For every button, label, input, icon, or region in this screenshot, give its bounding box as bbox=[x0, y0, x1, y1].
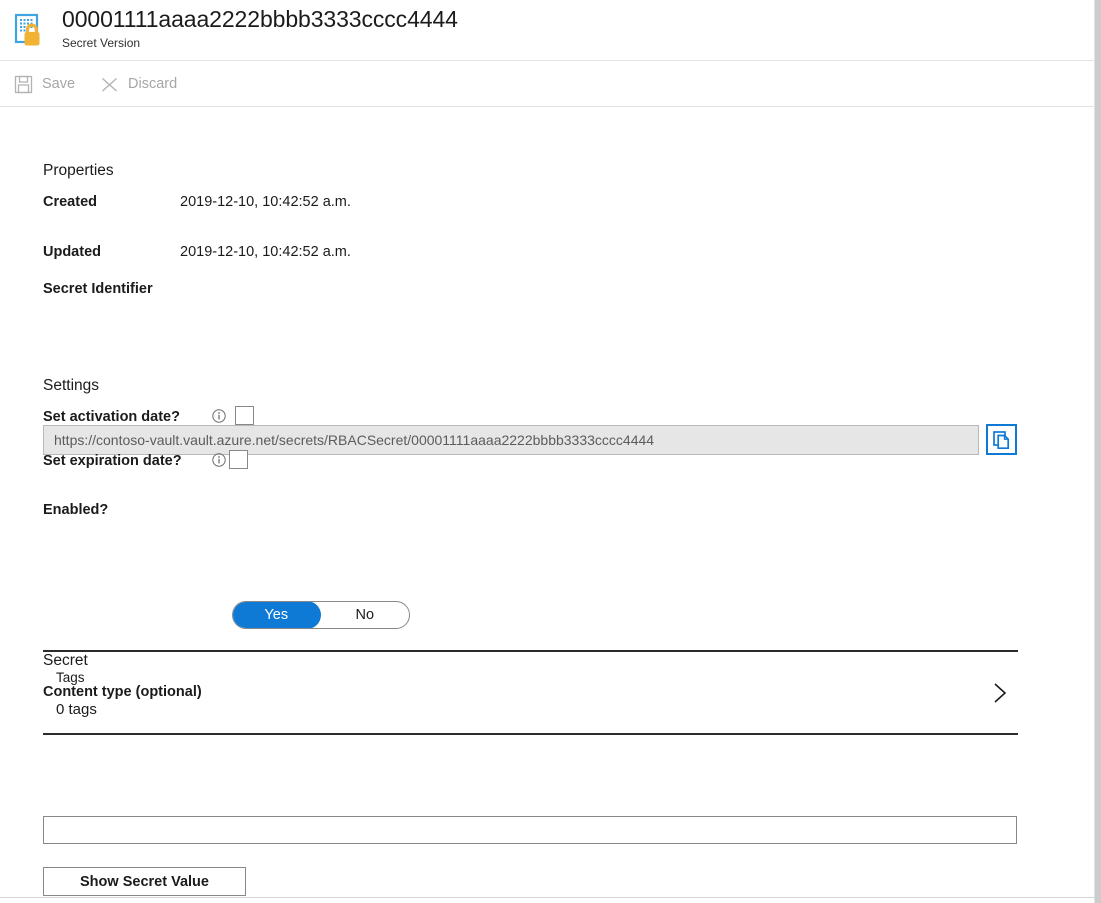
created-value: 2019-12-10, 10:42:52 a.m. bbox=[180, 194, 351, 210]
properties-heading: Properties bbox=[43, 162, 114, 179]
chevron-right-icon[interactable] bbox=[991, 681, 1009, 705]
info-circle-icon[interactable] bbox=[212, 409, 226, 423]
page-subtitle: Secret Version bbox=[62, 36, 141, 50]
content-area: Properties Created 2019-12-10, 10:42:52 … bbox=[0, 107, 1095, 897]
copy-secret-identifier-button[interactable] bbox=[986, 424, 1017, 455]
discard-button[interactable]: Discard bbox=[100, 71, 177, 97]
set-expiration-date-label: Set expiration date? bbox=[43, 453, 182, 469]
scroll-gutter-strip bbox=[1095, 0, 1101, 903]
content-type-label: Content type (optional) bbox=[43, 684, 202, 700]
secret-heading: Secret bbox=[43, 652, 88, 669]
enabled-toggle-no[interactable]: No bbox=[321, 602, 410, 628]
secret-identifier-label: Secret Identifier bbox=[43, 281, 153, 297]
page-title: 00001111aaaa2222bbbb3333cccc4444 bbox=[62, 6, 458, 32]
tags-count: 0 tags bbox=[56, 701, 97, 718]
enabled-toggle-yes[interactable]: Yes bbox=[233, 602, 321, 628]
save-floppy-icon bbox=[14, 75, 33, 94]
secret-identifier-field[interactable]: https://contoso-vault.vault.azure.net/se… bbox=[43, 425, 979, 455]
enabled-label: Enabled? bbox=[43, 502, 109, 518]
secret-key-document-icon bbox=[13, 13, 49, 49]
discard-button-label: Discard bbox=[128, 76, 178, 92]
save-button-label: Save bbox=[42, 76, 76, 92]
info-circle-icon[interactable] bbox=[212, 453, 226, 467]
updated-value: 2019-12-10, 10:42:52 a.m. bbox=[180, 244, 351, 260]
set-expiration-date-checkbox[interactable] bbox=[229, 450, 248, 469]
command-bar: Save Discard bbox=[0, 61, 1095, 107]
tags-label: Tags bbox=[56, 670, 85, 685]
set-activation-date-checkbox[interactable] bbox=[235, 406, 254, 425]
updated-label: Updated bbox=[43, 244, 101, 260]
secret-version-page: 00001111aaaa2222bbbb3333cccc4444 Secret … bbox=[0, 0, 1101, 903]
close-x-icon bbox=[100, 75, 119, 94]
settings-heading: Settings bbox=[43, 377, 100, 394]
show-secret-value-button[interactable]: Show Secret Value bbox=[43, 867, 246, 896]
enabled-toggle[interactable]: Yes No bbox=[232, 601, 410, 629]
panel-bottom-border bbox=[0, 897, 1095, 898]
set-activation-date-label: Set activation date? bbox=[43, 409, 180, 425]
page-header: 00001111aaaa2222bbbb3333cccc4444 Secret … bbox=[0, 0, 1095, 61]
created-label: Created bbox=[43, 194, 97, 210]
copy-pages-icon bbox=[988, 426, 1015, 453]
save-button[interactable]: Save bbox=[14, 71, 75, 97]
content-type-input[interactable] bbox=[43, 816, 1017, 844]
